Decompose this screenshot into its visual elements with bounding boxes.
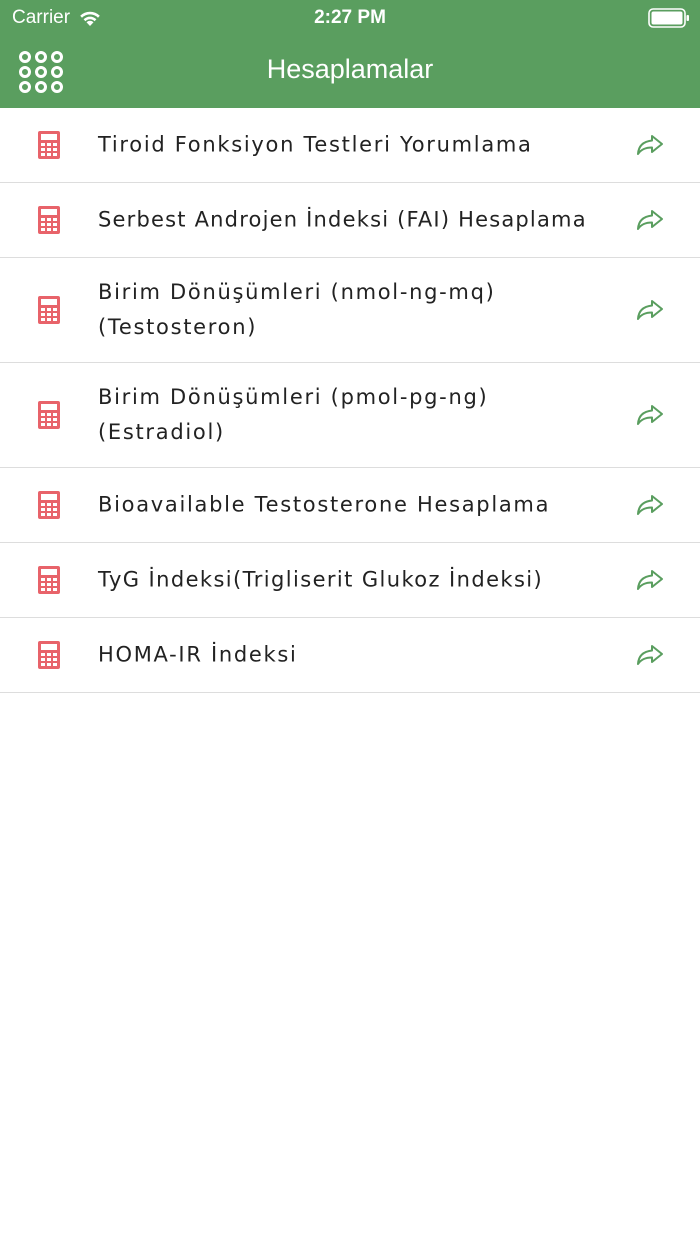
list-item-label: Serbest Androjen İndeksi (FAI) Hesaplama	[98, 207, 587, 232]
share-arrow-icon[interactable]	[636, 568, 664, 592]
calculation-list: Tiroid Fonksiyon Testleri Yorumlama Serb…	[0, 108, 700, 693]
list-item-label: Birim Dönüşümleri (pmol-pg-ng) (Estradio…	[98, 385, 489, 444]
list-item[interactable]: Bioavailable Testosterone Hesaplama	[0, 468, 700, 543]
list-item[interactable]: Serbest Androjen İndeksi (FAI) Hesaplama	[0, 183, 700, 258]
list-item[interactable]: Tiroid Fonksiyon Testleri Yorumlama	[0, 108, 700, 183]
page-title: Hesaplamalar	[266, 54, 434, 84]
calculator-icon	[38, 641, 60, 669]
share-arrow-icon[interactable]	[636, 208, 664, 232]
calculator-icon	[38, 491, 60, 519]
list-item[interactable]: Birim Dönüşümleri (pmol-pg-ng) (Estradio…	[0, 363, 700, 468]
app-header: Carrier 2:27 PM Hesaplamalar	[0, 0, 700, 108]
status-time: 2:27 PM	[314, 7, 386, 28]
calculator-icon	[38, 401, 60, 429]
list-item-label: HOMA-IR İndeksi	[98, 642, 298, 667]
share-arrow-icon[interactable]	[636, 403, 664, 427]
share-arrow-icon[interactable]	[636, 133, 664, 157]
calculator-icon	[38, 131, 60, 159]
share-arrow-icon[interactable]	[636, 643, 664, 667]
calculator-icon	[38, 566, 60, 594]
calculator-icon	[38, 296, 60, 324]
list-item-label: Tiroid Fonksiyon Testleri Yorumlama	[98, 132, 533, 157]
calculator-icon	[38, 206, 60, 234]
list-item[interactable]: Birim Dönüşümleri (nmol-ng-mq) (Testoste…	[0, 258, 700, 363]
share-arrow-icon[interactable]	[636, 493, 664, 517]
list-item-label: TyG İndeksi(Trigliserit Glukoz İndeksi)	[98, 567, 544, 592]
list-item-label: Birim Dönüşümleri (nmol-ng-mq) (Testoste…	[98, 280, 496, 339]
list-item[interactable]: TyG İndeksi(Trigliserit Glukoz İndeksi)	[0, 543, 700, 618]
share-arrow-icon[interactable]	[636, 298, 664, 322]
nav-bar: Hesaplamalar	[0, 36, 700, 108]
list-item[interactable]: HOMA-IR İndeksi	[0, 618, 700, 693]
battery-icon	[648, 8, 689, 28]
status-bar: Carrier 2:27 PM	[0, 0, 700, 36]
list-item-label: Bioavailable Testosterone Hesaplama	[98, 492, 551, 517]
